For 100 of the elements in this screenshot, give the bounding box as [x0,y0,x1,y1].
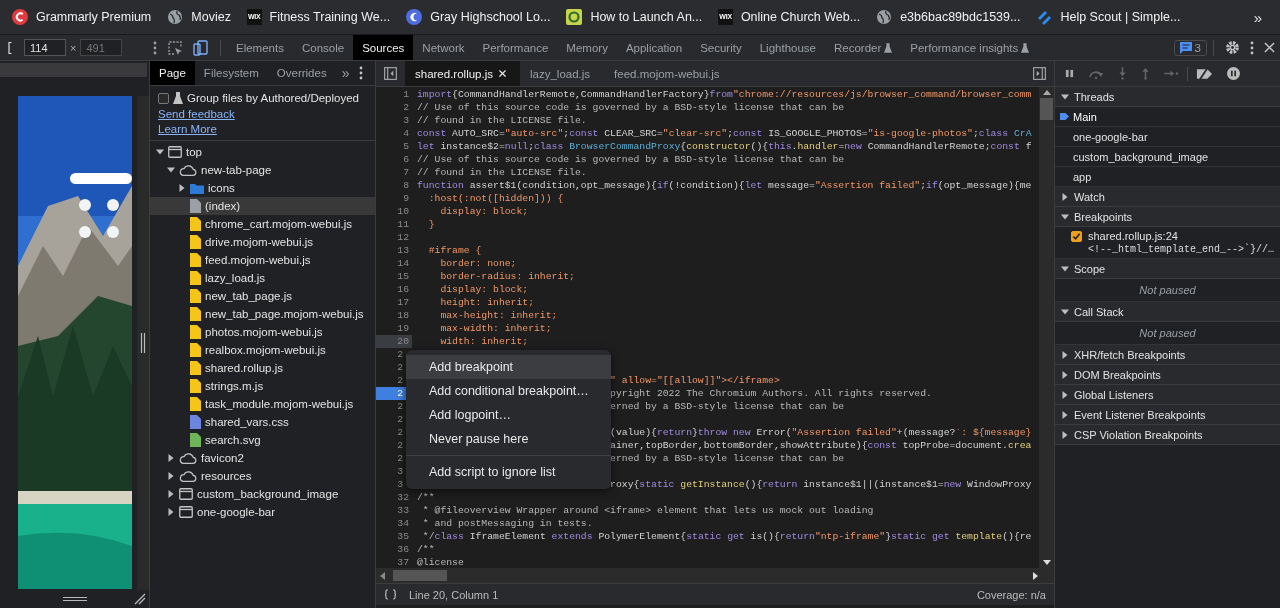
group-files-checkbox[interactable]: Group files by Authored/Deployed [158,90,359,106]
bookmark[interactable]: Grammarly Premium [12,9,152,25]
panel-tab[interactable]: Security [691,35,751,60]
more-bookmarks-button[interactable]: » [1253,8,1268,26]
disclosure-triangle-icon[interactable] [167,166,175,174]
scrollbar-thumb[interactable] [1040,98,1053,120]
resize-handle-icon[interactable] [62,596,87,602]
file-tab[interactable]: shared.rollup.js [405,61,520,86]
line-number[interactable]: 37 [376,556,412,568]
menu-item[interactable]: Never pause here [406,427,611,451]
link[interactable]: Send feedback [158,107,235,121]
width-field[interactable]: 114 [24,39,66,56]
tree-item[interactable]: custom_background_image [150,485,375,503]
horizontal-scrollbar[interactable] [376,568,1054,583]
tree-item[interactable]: (index) [150,197,375,215]
line-number[interactable]: 34 [376,517,412,530]
section-header[interactable]: Breakpoints [1055,207,1280,227]
line-number[interactable]: 16 [376,283,412,296]
disclosure-triangle-icon[interactable] [1061,430,1069,439]
pretty-print-icon[interactable] [384,589,397,600]
panel-tab[interactable]: Performance [473,35,558,60]
tree-item[interactable]: new-tab-page [150,161,375,179]
tree-item[interactable]: icons [150,179,375,197]
section-header[interactable]: Scope [1055,259,1280,279]
scroll-left-icon[interactable] [380,571,385,580]
scrollbar-thumb[interactable] [393,570,447,581]
tree-item[interactable]: shared_vars.css [150,413,375,431]
section-header[interactable]: Event Listener Breakpoints [1055,405,1280,425]
link[interactable]: Learn More [158,122,217,136]
pause-on-exceptions-icon[interactable] [1227,67,1240,80]
line-number[interactable]: 14 [376,257,412,270]
tree-item[interactable]: realbox.mojom-webui.js [150,341,375,359]
section-header[interactable]: XHR/fetch Breakpoints [1055,345,1280,365]
section-header[interactable]: CSP Violation Breakpoints [1055,425,1280,445]
line-number[interactable]: 8 [376,179,412,192]
panel-tab[interactable]: Memory [557,35,617,60]
menu-item[interactable]: Add breakpoint [406,355,611,379]
device-toggle-icon[interactable] [193,39,209,56]
panel-tab[interactable]: Elements [227,35,293,60]
bookmark[interactable]: e3b6bac89bdc1539... [876,9,1021,25]
tree-item[interactable]: photos.mojom-webui.js [150,323,375,341]
navigator-tab[interactable]: Page [150,61,195,85]
line-number[interactable]: 6 [376,153,412,166]
close-icon[interactable] [499,70,506,77]
sidebar-toggle-icon[interactable] [1033,67,1046,80]
tree-item[interactable]: new_tab_page.js [150,287,375,305]
step-over-icon[interactable] [1088,68,1104,79]
section-header[interactable]: Threads [1055,87,1280,107]
disclosure-triangle-icon[interactable] [1061,390,1069,399]
line-number[interactable]: 36 [376,543,412,556]
line-number[interactable]: 2 [376,101,412,114]
sidebar-toggle-icon[interactable] [384,67,397,80]
line-number[interactable]: 12 [376,231,412,244]
panel-tab[interactable]: Performance insights [901,35,1039,60]
tree-item[interactable]: favicon2 [150,449,375,467]
line-number[interactable]: 17 [376,296,412,309]
section-header[interactable]: Call Stack [1055,302,1280,322]
disclosure-triangle-icon[interactable] [167,454,175,462]
scroll-right-icon[interactable] [1033,571,1038,580]
tree-item[interactable]: strings.m.js [150,377,375,395]
section-header[interactable]: Global Listeners [1055,385,1280,405]
thread-item[interactable]: Main [1055,107,1280,127]
step-into-icon[interactable] [1118,67,1127,80]
line-number[interactable]: 13 [376,244,412,257]
scroll-down-icon[interactable] [1042,560,1051,565]
file-tab[interactable]: lazy_load.js [520,61,605,86]
disclosure-triangle-icon[interactable] [1061,410,1069,419]
inspect-icon[interactable] [167,39,183,56]
line-number[interactable]: 10 [376,205,412,218]
tree-item[interactable]: search.svg [150,431,375,449]
disclosure-triangle-icon[interactable] [1061,264,1069,273]
thread-item[interactable]: one-google-bar [1055,127,1280,147]
disclosure-triangle-icon[interactable] [1061,350,1069,359]
line-number[interactable]: 4 [376,127,412,140]
line-number[interactable]: 19 [376,322,412,335]
line-number[interactable]: 18 [376,309,412,322]
section-header[interactable]: Watch [1055,187,1280,207]
disclosure-triangle-icon[interactable] [167,472,175,480]
disclosure-triangle-icon[interactable] [178,184,186,192]
bookmark[interactable]: Moviez [167,9,231,25]
panel-tab[interactable]: Network [413,35,474,60]
tree-item[interactable]: resources [150,467,375,485]
line-number[interactable]: 1 [376,88,412,101]
navigator-tab[interactable]: Overrides [267,61,336,85]
disclosure-triangle-icon[interactable] [1061,92,1069,101]
tree-item[interactable]: feed.mojom-webui.js [150,251,375,269]
line-number[interactable]: 35 [376,530,412,543]
line-number[interactable]: 9 [376,192,412,205]
close-icon[interactable] [1264,42,1275,53]
disclosure-triangle-icon[interactable] [1061,307,1069,316]
disclosure-triangle-icon[interactable] [167,490,175,498]
bookmark[interactable]: How to Launch An... [566,9,703,25]
tree-item[interactable]: chrome_cart.mojom-webui.js [150,215,375,233]
more-options-icon[interactable] [359,66,363,80]
disclosure-triangle-icon[interactable] [156,148,164,156]
tree-item[interactable]: top [150,143,375,161]
tree-item[interactable]: shared.rollup.js [150,359,375,377]
bookmark[interactable]: Gray Highschool Lo... [406,9,551,25]
issues-button[interactable]: 3 [1173,39,1207,56]
step-icon[interactable] [1164,69,1179,78]
